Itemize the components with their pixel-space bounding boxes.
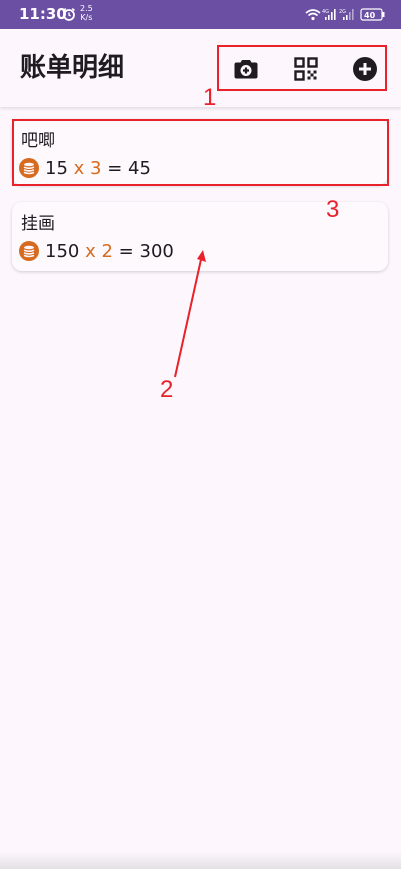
wifi-icon: [305, 9, 321, 21]
page-title: 账单明细: [20, 53, 125, 83]
qr-scan-button[interactable]: [291, 54, 321, 84]
status-time: 11:30: [19, 5, 67, 23]
add-circle-icon: [353, 57, 377, 81]
network-label-1: 4G: [322, 9, 329, 15]
camera-icon: [234, 60, 258, 79]
alarm-icon: [62, 7, 76, 21]
status-bar: 11:30 2.5 K/s 4G 2G 40: [0, 0, 401, 29]
coin-stack-icon: [19, 241, 39, 261]
battery-icon: 40: [360, 8, 385, 21]
bottom-fade: [0, 851, 401, 869]
add-bill-button[interactable]: [350, 54, 380, 84]
bill-amount-line: 150 x 2 = 300: [19, 239, 174, 263]
multiply-sign: x: [85, 240, 96, 262]
camera-button[interactable]: [231, 54, 261, 84]
status-icons: 4G 2G 40: [305, 8, 385, 21]
annotation-arrow: [174, 250, 206, 378]
bill-price: 150: [45, 240, 80, 262]
annotation-label-2: 2: [160, 376, 174, 403]
qr-code-icon: [294, 57, 318, 81]
bill-name: 挂画: [21, 214, 55, 234]
network-speed: 2.5 K/s: [80, 4, 93, 22]
bill-quantity: 2: [101, 240, 113, 262]
network-label-2: 2G: [339, 9, 346, 15]
battery-level: 40: [364, 11, 376, 20]
annotation-box-first-card: [12, 119, 389, 186]
annotation-label-3: 3: [326, 196, 340, 223]
network-speed-unit: K/s: [80, 13, 93, 22]
network-speed-value: 2.5: [80, 4, 93, 13]
equals-sign: =: [118, 240, 134, 262]
app-bar: 账单明细 1: [0, 29, 401, 111]
annotation-label-1: 1: [203, 84, 217, 111]
